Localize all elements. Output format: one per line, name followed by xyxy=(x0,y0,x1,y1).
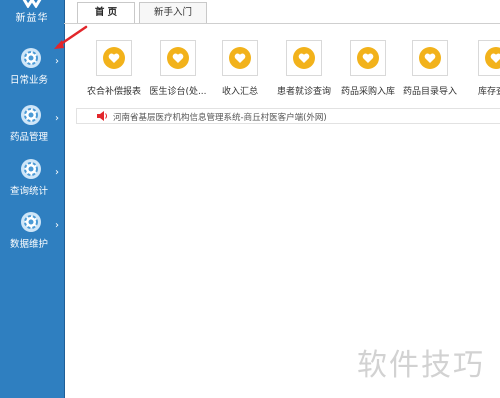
app-icon-box xyxy=(412,40,448,76)
app-label: 库存查 xyxy=(478,87,500,97)
app-tile[interactable]: 药品采购入库 xyxy=(336,40,400,100)
brand-name: 新益华 xyxy=(15,13,49,24)
heart-icon xyxy=(485,47,500,69)
heart-icon xyxy=(293,47,315,69)
heart-icon xyxy=(167,47,189,69)
heart-icon xyxy=(103,47,125,69)
speaker-icon xyxy=(97,111,107,121)
watermark: 软件技巧 xyxy=(357,348,485,383)
gear-icon xyxy=(21,105,41,125)
brand-logo: 新益华 xyxy=(0,0,64,26)
notice-text: 河南省基层医疗机构信息管理系统-商丘村医客户端(外网) xyxy=(113,113,327,123)
app-tile[interactable]: 药品目录导入 xyxy=(398,40,462,100)
sidebar-item-query-statistics[interactable]: › 查询统计 xyxy=(0,158,64,204)
app-icon-box xyxy=(160,40,196,76)
sidebar-item-data-maintenance[interactable]: › 数据维护 xyxy=(0,211,64,257)
app-tile[interactable]: 农合补偿报表 xyxy=(82,40,146,100)
app-tile[interactable]: 患者就诊查询 xyxy=(272,40,336,100)
app-icon-box xyxy=(96,40,132,76)
chevron-right-icon: › xyxy=(55,56,59,67)
sidebar-item-label: 日常业务 xyxy=(9,75,48,86)
gear-icon xyxy=(21,48,41,68)
app-tile[interactable]: 医生诊台(处... xyxy=(146,40,210,100)
tab-home[interactable]: 首 页 xyxy=(77,2,135,23)
heart-icon xyxy=(357,47,379,69)
app-label: 农合补偿报表 xyxy=(86,87,141,97)
app-label: 患者就诊查询 xyxy=(276,87,331,97)
sidebar-item-drug-management[interactable]: › 药品管理 xyxy=(0,104,64,150)
gear-icon xyxy=(21,212,41,232)
heart-icon xyxy=(419,47,441,69)
app-label: 药品目录导入 xyxy=(402,87,457,97)
app-tile[interactable]: 收入汇总 xyxy=(208,40,272,100)
notice-bar: 河南省基层医疗机构信息管理系统-商丘村医客户端(外网) xyxy=(76,108,500,124)
chevron-right-icon: › xyxy=(55,220,59,231)
chevron-right-icon: › xyxy=(55,113,59,124)
sidebar-item-label: 查询统计 xyxy=(9,186,48,197)
tab-getting-started[interactable]: 新手入门 xyxy=(139,2,207,23)
sidebar-item-label: 数据维护 xyxy=(9,239,48,250)
sidebar-item-daily-business[interactable]: › 日常业务 xyxy=(0,47,64,93)
tab-divider xyxy=(64,23,500,24)
app-icon-box xyxy=(478,40,500,76)
gear-icon xyxy=(21,159,41,179)
app-label: 药品采购入库 xyxy=(340,87,395,97)
logo-icon xyxy=(22,0,42,8)
app-tile[interactable]: 库存查 xyxy=(464,40,500,100)
app-icon-box xyxy=(350,40,386,76)
app-label: 医生诊台(处... xyxy=(149,87,207,97)
app-label: 收入汇总 xyxy=(221,87,258,97)
sidebar-item-label: 药品管理 xyxy=(9,132,48,143)
app-icon-box xyxy=(286,40,322,76)
chevron-right-icon: › xyxy=(55,167,59,178)
heart-icon xyxy=(229,47,251,69)
app-icon-box xyxy=(222,40,258,76)
sidebar: 新益华 › 日常业务 › 药品管理 › 查询统计 › 数据维护 xyxy=(0,0,65,398)
